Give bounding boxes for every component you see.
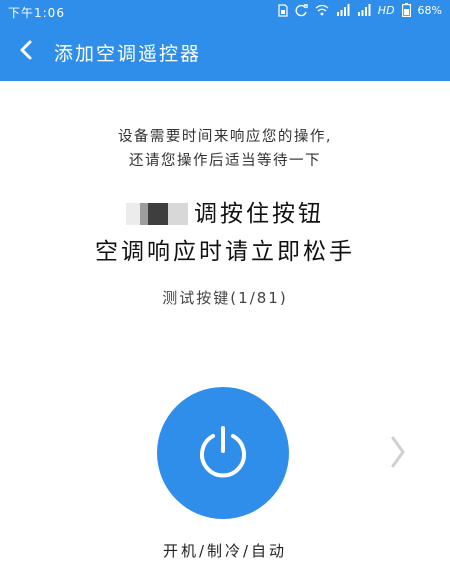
mode-label: 开机/制冷/自动 xyxy=(162,542,288,560)
status-time: 下午1:06 xyxy=(8,6,65,20)
notice-line-2: 还请您操作后适当等待一下 xyxy=(129,153,321,169)
battery-icon xyxy=(401,3,411,17)
battery-percent: 68% xyxy=(417,3,442,17)
instruction-line-2: 空调响应时请立即松手 xyxy=(95,239,355,265)
sim-card-icon xyxy=(278,3,288,17)
test-key-counter: 测试按键(1/81) xyxy=(162,289,288,307)
signal-icon-2 xyxy=(357,4,371,16)
status-bar: 下午1:06 HD 68% xyxy=(0,0,450,24)
power-icon xyxy=(195,423,251,483)
instruction-line-1-text: 调按住按钮 xyxy=(194,201,324,227)
next-button[interactable] xyxy=(380,432,416,476)
network-type: HD xyxy=(377,3,395,17)
instruction-text: 调按住按钮 空调响应时请立即松手 xyxy=(0,195,450,271)
chevron-left-icon xyxy=(18,39,34,65)
instruction-line-1: 调按住按钮 xyxy=(0,195,450,233)
power-button[interactable] xyxy=(157,387,289,519)
wifi-icon xyxy=(315,4,329,16)
signal-icon xyxy=(336,4,350,16)
page-title: 添加空调遥控器 xyxy=(54,43,202,65)
status-icons: HD 68% xyxy=(278,3,442,17)
notice-line-1: 设备需要时间来响应您的操作, xyxy=(117,129,333,145)
notice-text: 设备需要时间来响应您的操作, 还请您操作后适当等待一下 xyxy=(0,125,450,173)
app-bar: 添加空调遥控器 xyxy=(0,24,450,81)
sync-icon xyxy=(295,3,308,17)
redacted-text-block xyxy=(126,203,188,225)
back-button[interactable] xyxy=(6,32,46,72)
chevron-right-icon xyxy=(389,434,407,474)
